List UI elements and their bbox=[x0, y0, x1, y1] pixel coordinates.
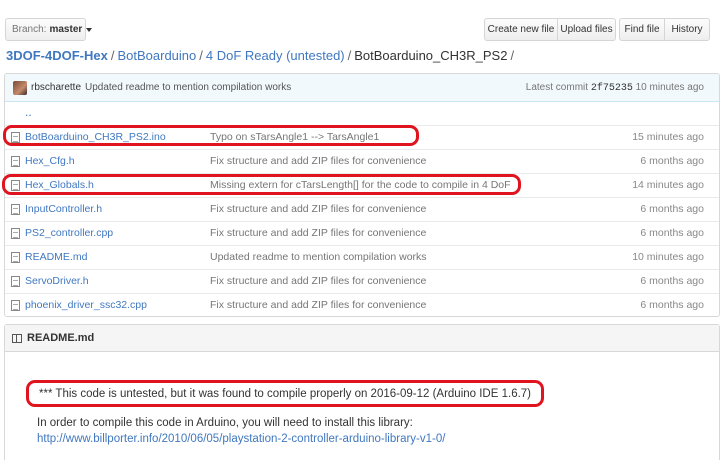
file-icon bbox=[11, 252, 20, 263]
file-row: Hex_Globals.h Missing extern for cTarsLe… bbox=[5, 173, 719, 197]
library-link[interactable]: http://www.billporter.info/2010/06/05/pl… bbox=[37, 433, 445, 445]
branch-label: Branch: bbox=[12, 24, 47, 35]
breadcrumb-separator: / bbox=[199, 48, 203, 63]
file-icon bbox=[11, 132, 20, 143]
branch-value: master bbox=[49, 24, 83, 35]
breadcrumb-link-4dof[interactable]: 4 DoF Ready (untested) bbox=[206, 48, 345, 63]
book-icon bbox=[12, 334, 22, 343]
breadcrumb-repo-link[interactable]: 3DOF-4DOF-Hex bbox=[6, 48, 108, 63]
readme-header: README.md bbox=[5, 325, 719, 352]
file-age: 6 months ago bbox=[640, 299, 704, 311]
parent-directory-link[interactable]: .. bbox=[25, 105, 32, 119]
file-age: 6 months ago bbox=[640, 203, 704, 215]
file-name-link[interactable]: ServoDriver.h bbox=[25, 275, 89, 287]
file-name-link[interactable]: BotBoarduino_CH3R_PS2.ino bbox=[25, 131, 166, 143]
readme-panel: README.md *** This code is untested, but… bbox=[4, 324, 720, 460]
file-name-link[interactable]: Hex_Globals.h bbox=[25, 179, 94, 191]
file-age: 6 months ago bbox=[640, 275, 704, 287]
file-name-link[interactable]: README.md bbox=[25, 251, 87, 263]
file-icon bbox=[11, 204, 20, 215]
breadcrumb-separator: / bbox=[110, 48, 115, 63]
commit-message[interactable]: Updated readme to mention compilation wo… bbox=[85, 82, 291, 93]
file-name-link[interactable]: Hex_Cfg.h bbox=[25, 155, 75, 167]
commit-sha[interactable]: 2f75235 bbox=[591, 83, 633, 94]
avatar[interactable] bbox=[13, 81, 27, 95]
readme-title: README.md bbox=[27, 332, 95, 344]
file-commit-message[interactable]: Fix structure and add ZIP files for conv… bbox=[210, 227, 426, 239]
file-commit-message[interactable]: Updated readme to mention compilation wo… bbox=[210, 251, 427, 263]
file-name-link[interactable]: phoenix_driver_ssc32.cpp bbox=[25, 299, 147, 311]
create-new-file-button[interactable]: Create new file bbox=[484, 18, 558, 41]
branch-selector[interactable]: Branch: master bbox=[5, 18, 93, 41]
latest-commit-info: Latest commit 2f75235 10 minutes ago bbox=[526, 82, 704, 94]
file-nav-actions: Find file History bbox=[619, 18, 710, 41]
file-row: README.md Updated readme to mention comp… bbox=[5, 245, 719, 269]
file-name-link[interactable]: InputController.h bbox=[25, 203, 102, 215]
file-actions: Create new file Upload files bbox=[484, 18, 616, 41]
readme-untested-note: *** This code is untested, but it was fo… bbox=[39, 388, 532, 400]
file-age: 6 months ago bbox=[640, 227, 704, 239]
file-commit-message[interactable]: Fix structure and add ZIP files for conv… bbox=[210, 275, 426, 287]
breadcrumb-separator: / bbox=[510, 48, 515, 63]
breadcrumb-current: BotBoarduino_CH3R_PS2 bbox=[354, 48, 508, 63]
upload-files-button[interactable]: Upload files bbox=[557, 18, 616, 41]
file-row: PS2_controller.cpp Fix structure and add… bbox=[5, 221, 719, 245]
file-row: InputController.h Fix structure and add … bbox=[5, 197, 719, 221]
breadcrumb-link-botboarduino[interactable]: BotBoarduino bbox=[117, 48, 196, 63]
breadcrumb-separator: / bbox=[347, 48, 352, 63]
file-icon bbox=[11, 276, 20, 287]
commit-age: 10 minutes ago bbox=[635, 82, 704, 93]
latest-commit-label: Latest commit bbox=[525, 82, 589, 93]
file-row: ServoDriver.h Fix structure and add ZIP … bbox=[5, 269, 719, 293]
file-row: phoenix_driver_ssc32.cpp Fix structure a… bbox=[5, 293, 719, 316]
file-icon bbox=[11, 228, 20, 239]
file-age: 15 minutes ago bbox=[632, 131, 704, 143]
parent-directory-row[interactable]: .. bbox=[5, 102, 719, 125]
caret-down-icon bbox=[86, 27, 93, 32]
file-commit-message[interactable]: Fix structure and add ZIP files for conv… bbox=[210, 155, 426, 167]
file-commit-message[interactable]: Fix structure and add ZIP files for conv… bbox=[210, 299, 426, 311]
file-icon bbox=[11, 300, 20, 311]
file-name-link[interactable]: PS2_controller.cpp bbox=[25, 227, 113, 239]
file-age: 6 months ago bbox=[640, 155, 704, 167]
file-row: BotBoarduino_CH3R_PS2.ino Typo on sTarsA… bbox=[5, 125, 719, 149]
file-table: rbscharette Updated readme to mention co… bbox=[4, 73, 720, 317]
breadcrumb: 3DOF-4DOF-Hex / BotBoarduino/4 DoF Ready (… bbox=[6, 48, 517, 63]
file-age: 10 minutes ago bbox=[632, 251, 704, 263]
history-button[interactable]: History bbox=[664, 18, 710, 41]
readme-paragraph: In order to compile this code in Arduino… bbox=[37, 417, 413, 429]
file-commit-message[interactable]: Fix structure and add ZIP files for conv… bbox=[210, 203, 426, 215]
file-commit-message[interactable]: Typo on sTarsAngle1 --> TarsAngle1 bbox=[210, 131, 379, 143]
file-icon bbox=[11, 180, 20, 191]
file-icon bbox=[11, 156, 20, 167]
commit-author[interactable]: rbscharette bbox=[31, 82, 81, 93]
find-file-button[interactable]: Find file bbox=[619, 18, 665, 41]
latest-commit-bar: rbscharette Updated readme to mention co… bbox=[5, 74, 719, 102]
file-commit-message[interactable]: Missing extern for cTarsLength[] for the… bbox=[210, 179, 511, 191]
file-row: Hex_Cfg.h Fix structure and add ZIP file… bbox=[5, 149, 719, 173]
file-age: 14 minutes ago bbox=[632, 179, 704, 191]
